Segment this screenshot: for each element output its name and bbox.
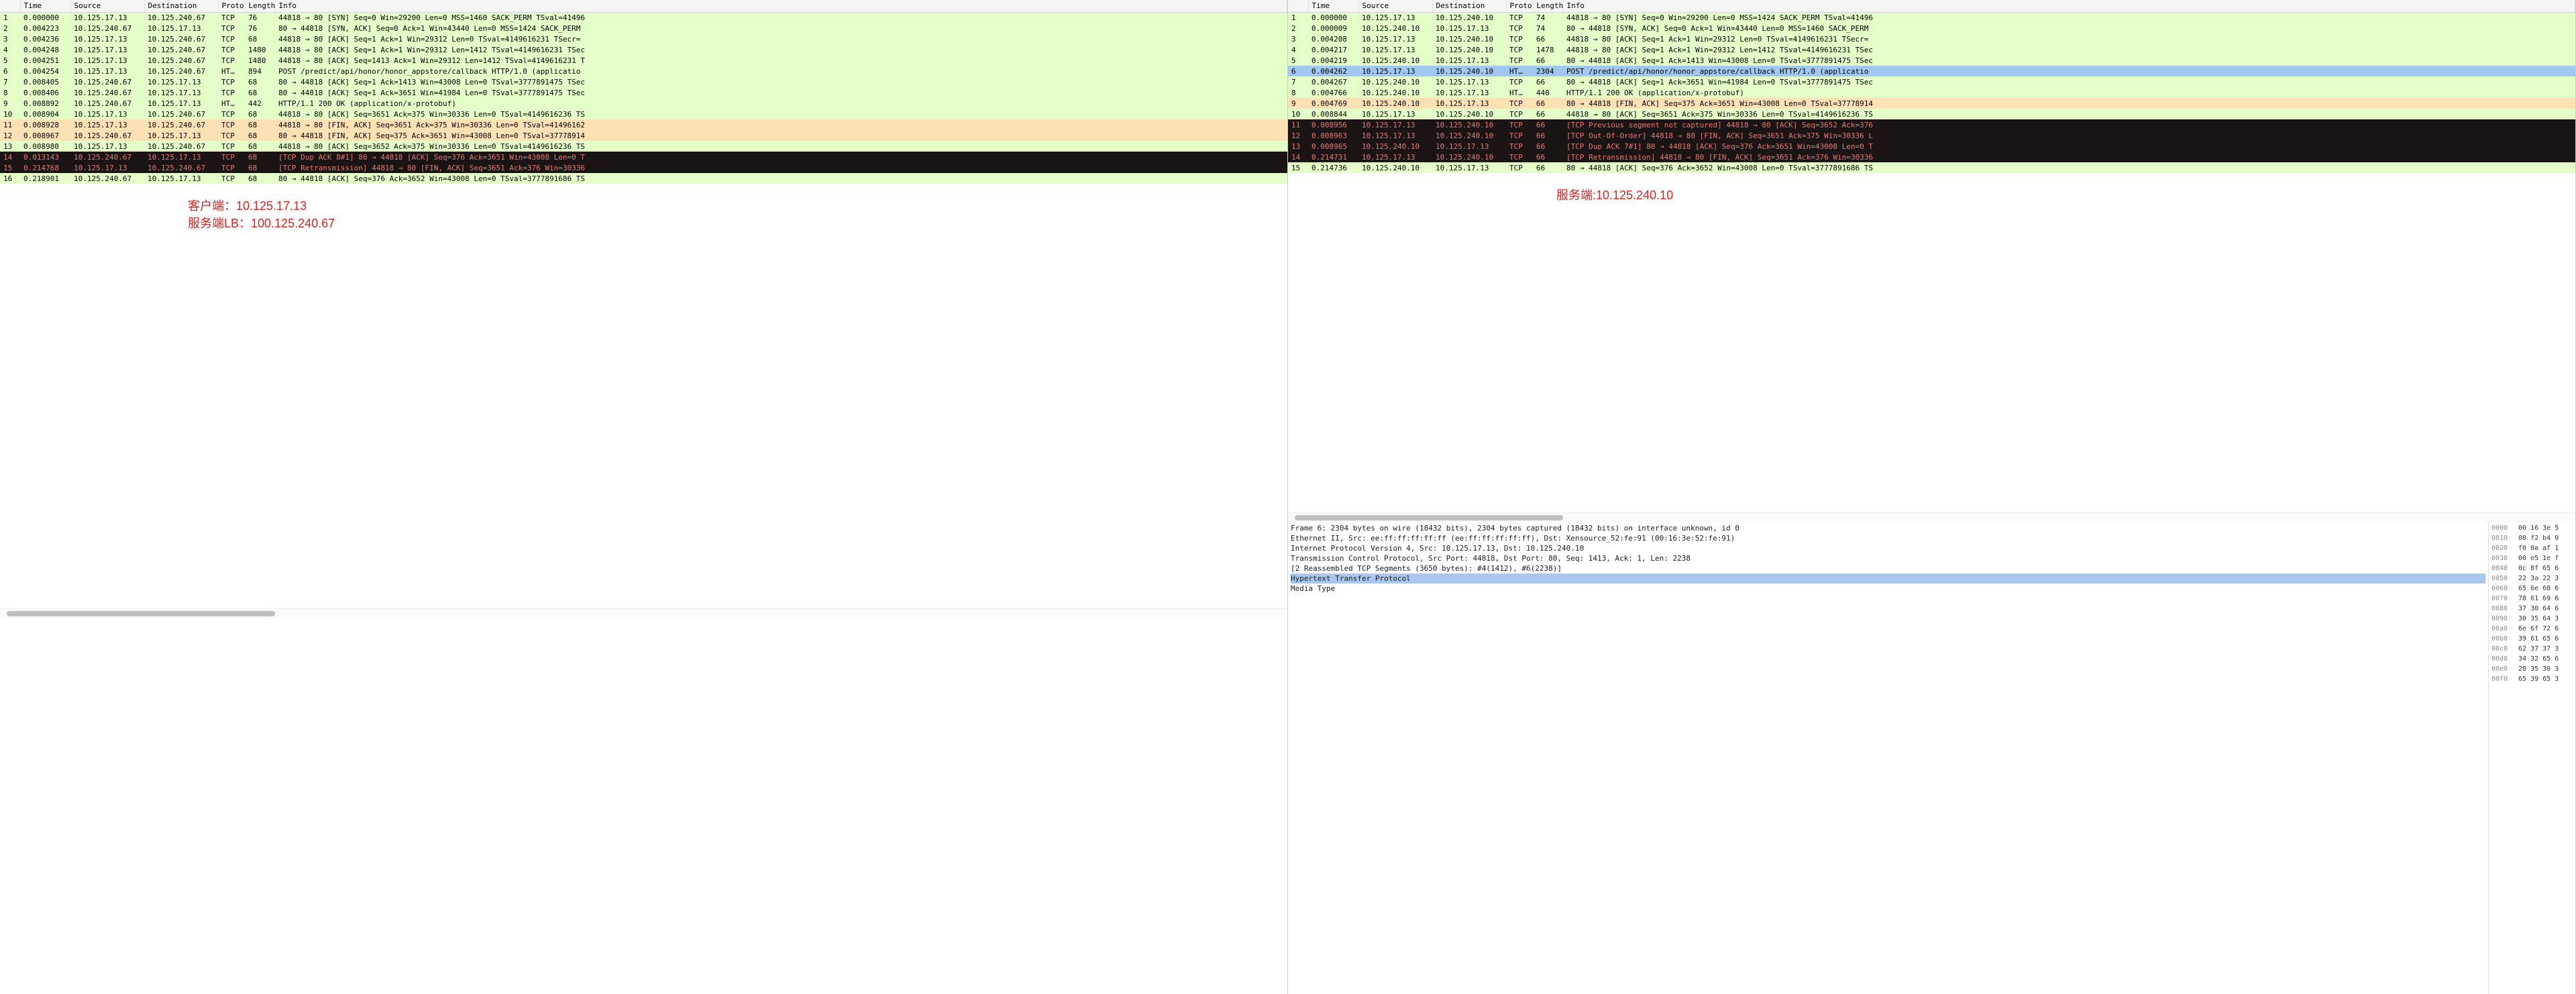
packet-row[interactable]: 90.00889210.125.240.6710.125.17.13HT…442… — [0, 98, 1287, 109]
hex-dump[interactable]: 0000 00 16 3e 50010 08 f2 b4 00020 f0 0a… — [2488, 522, 2575, 994]
hscrollbar-right[interactable] — [1288, 512, 2575, 522]
detail-line[interactable]: [2 Reassembled TCP Segments (3650 bytes)… — [1291, 563, 2485, 573]
hex-row[interactable]: 0060 65 6e 68 6 — [2491, 584, 2573, 594]
detail-line[interactable]: Frame 6: 2304 bytes on wire (18432 bits)… — [1291, 523, 2485, 533]
col-num[interactable] — [0, 0, 20, 12]
col-source[interactable]: Source — [70, 0, 144, 12]
detail-line[interactable]: Transmission Control Protocol, Src Port:… — [1291, 553, 2485, 563]
packet-row[interactable]: 10.00000010.125.17.1310.125.240.10TCP744… — [1288, 12, 2575, 23]
packet-row[interactable]: 80.00476610.125.240.1010.125.17.13HT…440… — [1288, 87, 2575, 98]
annotation-client: 客户端：10.125.17.13 — [188, 197, 1287, 215]
hscroll-thumb[interactable] — [1295, 515, 1563, 520]
hex-row[interactable]: 0070 78 61 69 6 — [2491, 594, 2573, 604]
hex-row[interactable]: 00f0 65 39 65 3 — [2491, 674, 2573, 684]
hscroll-thumb[interactable] — [7, 611, 275, 616]
packet-row[interactable]: 110.00892810.125.17.1310.125.240.67TCP68… — [0, 119, 1287, 130]
hex-row[interactable]: 0050 22 3a 22 3 — [2491, 573, 2573, 584]
packet-row[interactable]: 30.00420810.125.17.1310.125.240.10TCP664… — [1288, 34, 2575, 44]
left-capture-pane: Time Source Destination Proto Length Inf… — [0, 0, 1288, 994]
right-capture-pane: Time Source Destination Proto Length Inf… — [1288, 0, 2576, 994]
hex-row[interactable]: 00e0 28 35 30 3 — [2491, 664, 2573, 674]
col-time[interactable]: Time — [1308, 0, 1358, 12]
lower-right: Frame 6: 2304 bytes on wire (18432 bits)… — [1288, 522, 2575, 994]
annotation-server: 服务端:10.125.240.10 — [1556, 186, 2575, 204]
packet-row[interactable]: 60.00426210.125.17.1310.125.240.10HT…230… — [1288, 66, 2575, 76]
col-dest[interactable]: Destination — [144, 0, 218, 12]
packet-row[interactable]: 40.00424810.125.17.1310.125.240.67TCP148… — [0, 44, 1287, 55]
hex-row[interactable]: 00b0 39 61 65 6 — [2491, 634, 2573, 644]
hex-row[interactable]: 0080 37 30 64 6 — [2491, 604, 2573, 614]
annotation-server-lb: 服务端LB：100.125.240.67 — [188, 215, 1287, 232]
hex-row[interactable]: 0090 30 35 64 3 — [2491, 614, 2573, 624]
packet-row[interactable]: 50.00421910.125.240.1010.125.17.13TCP668… — [1288, 55, 2575, 66]
col-source[interactable]: Source — [1358, 0, 1432, 12]
detail-line[interactable]: Internet Protocol Version 4, Src: 10.125… — [1291, 543, 2485, 553]
detail-line[interactable]: Ethernet II, Src: ee:ff:ff:ff:ff:ff (ee:… — [1291, 533, 2485, 543]
packet-row[interactable]: 130.00898010.125.17.1310.125.240.67TCP68… — [0, 141, 1287, 152]
hex-row[interactable]: 0040 0c 8f 65 6 — [2491, 563, 2573, 573]
packet-row[interactable]: 110.00895610.125.17.1310.125.240.10TCP66… — [1288, 119, 2575, 130]
packet-row[interactable]: 120.00896710.125.240.6710.125.17.13TCP68… — [0, 130, 1287, 141]
lower-left — [0, 618, 1287, 994]
annotation-right: 服务端:10.125.240.10 — [1288, 173, 2575, 512]
hex-row[interactable]: 00c0 62 37 37 3 — [2491, 644, 2573, 654]
packet-list-right[interactable]: Time Source Destination Proto Length Inf… — [1288, 0, 2575, 173]
packet-row[interactable]: 70.00426710.125.240.1010.125.17.13TCP668… — [1288, 76, 2575, 87]
packet-row[interactable]: 100.00890410.125.17.1310.125.240.67TCP68… — [0, 109, 1287, 119]
col-dest[interactable]: Destination — [1432, 0, 1506, 12]
packet-row[interactable]: 10.00000010.125.17.1310.125.240.67TCP764… — [0, 12, 1287, 23]
packet-row[interactable]: 30.00423610.125.17.1310.125.240.67TCP684… — [0, 34, 1287, 44]
packet-list-left[interactable]: Time Source Destination Proto Length Inf… — [0, 0, 1287, 184]
packet-row[interactable]: 60.00425410.125.17.1310.125.240.67HT…894… — [0, 66, 1287, 76]
col-num[interactable] — [1288, 0, 1308, 12]
col-info[interactable]: Info — [275, 0, 1287, 12]
packet-row[interactable]: 20.00000910.125.240.1010.125.17.13TCP748… — [1288, 23, 2575, 34]
col-time[interactable]: Time — [20, 0, 70, 12]
header-row-left[interactable]: Time Source Destination Proto Length Inf… — [0, 0, 1287, 12]
hex-row[interactable]: 00a0 6e 6f 72 6 — [2491, 624, 2573, 634]
packet-row[interactable]: 140.21473110.125.17.1310.125.240.10TCP66… — [1288, 152, 2575, 162]
packet-row[interactable]: 150.21473610.125.240.1010.125.17.13TCP66… — [1288, 162, 2575, 173]
hex-row[interactable]: 0000 00 16 3e 5 — [2491, 523, 2573, 533]
packet-row[interactable]: 100.00884410.125.17.1310.125.240.10TCP66… — [1288, 109, 2575, 119]
detail-line[interactable]: Media Type — [1291, 584, 2485, 594]
detail-line[interactable]: Hypertext Transfer Protocol — [1291, 573, 2485, 584]
annotation-left: 客户端：10.125.17.13 服务端LB：100.125.240.67 — [0, 184, 1287, 608]
hex-row[interactable]: 0030 00 e5 1e f — [2491, 553, 2573, 563]
packet-row[interactable]: 90.00476910.125.240.1010.125.17.13TCP668… — [1288, 98, 2575, 109]
packet-row[interactable]: 70.00840510.125.240.6710.125.17.13TCP688… — [0, 76, 1287, 87]
packet-row[interactable]: 50.00425110.125.17.1310.125.240.67TCP148… — [0, 55, 1287, 66]
hex-row[interactable]: 0010 08 f2 b4 0 — [2491, 533, 2573, 543]
hscrollbar-left[interactable] — [0, 608, 1287, 618]
hex-row[interactable]: 00d0 34 32 65 6 — [2491, 654, 2573, 664]
packet-detail-tree[interactable]: Frame 6: 2304 bytes on wire (18432 bits)… — [1288, 522, 2488, 994]
packet-row[interactable]: 130.00896510.125.240.1010.125.17.13TCP66… — [1288, 141, 2575, 152]
header-row-right[interactable]: Time Source Destination Proto Length Inf… — [1288, 0, 2575, 12]
packet-row[interactable]: 20.00422310.125.240.6710.125.17.13TCP768… — [0, 23, 1287, 34]
col-length[interactable]: Length — [1533, 0, 1563, 12]
packet-row[interactable]: 120.00896310.125.17.1310.125.240.10TCP66… — [1288, 130, 2575, 141]
hex-row[interactable]: 0020 f0 0a af 1 — [2491, 543, 2573, 553]
detail-left-empty — [0, 618, 1287, 994]
packet-row[interactable]: 150.21476810.125.17.1310.125.240.67TCP68… — [0, 162, 1287, 173]
packet-row[interactable]: 160.21890110.125.240.6710.125.17.13TCP68… — [0, 173, 1287, 184]
col-info[interactable]: Info — [1563, 0, 2575, 12]
col-proto[interactable]: Proto — [218, 0, 245, 12]
packet-row[interactable]: 80.00840610.125.240.6710.125.17.13TCP688… — [0, 87, 1287, 98]
col-proto[interactable]: Proto — [1506, 0, 1533, 12]
packet-row[interactable]: 40.00421710.125.17.1310.125.240.10TCP147… — [1288, 44, 2575, 55]
packet-row[interactable]: 140.01314310.125.240.6710.125.17.13TCP68… — [0, 152, 1287, 162]
col-length[interactable]: Length — [245, 0, 275, 12]
